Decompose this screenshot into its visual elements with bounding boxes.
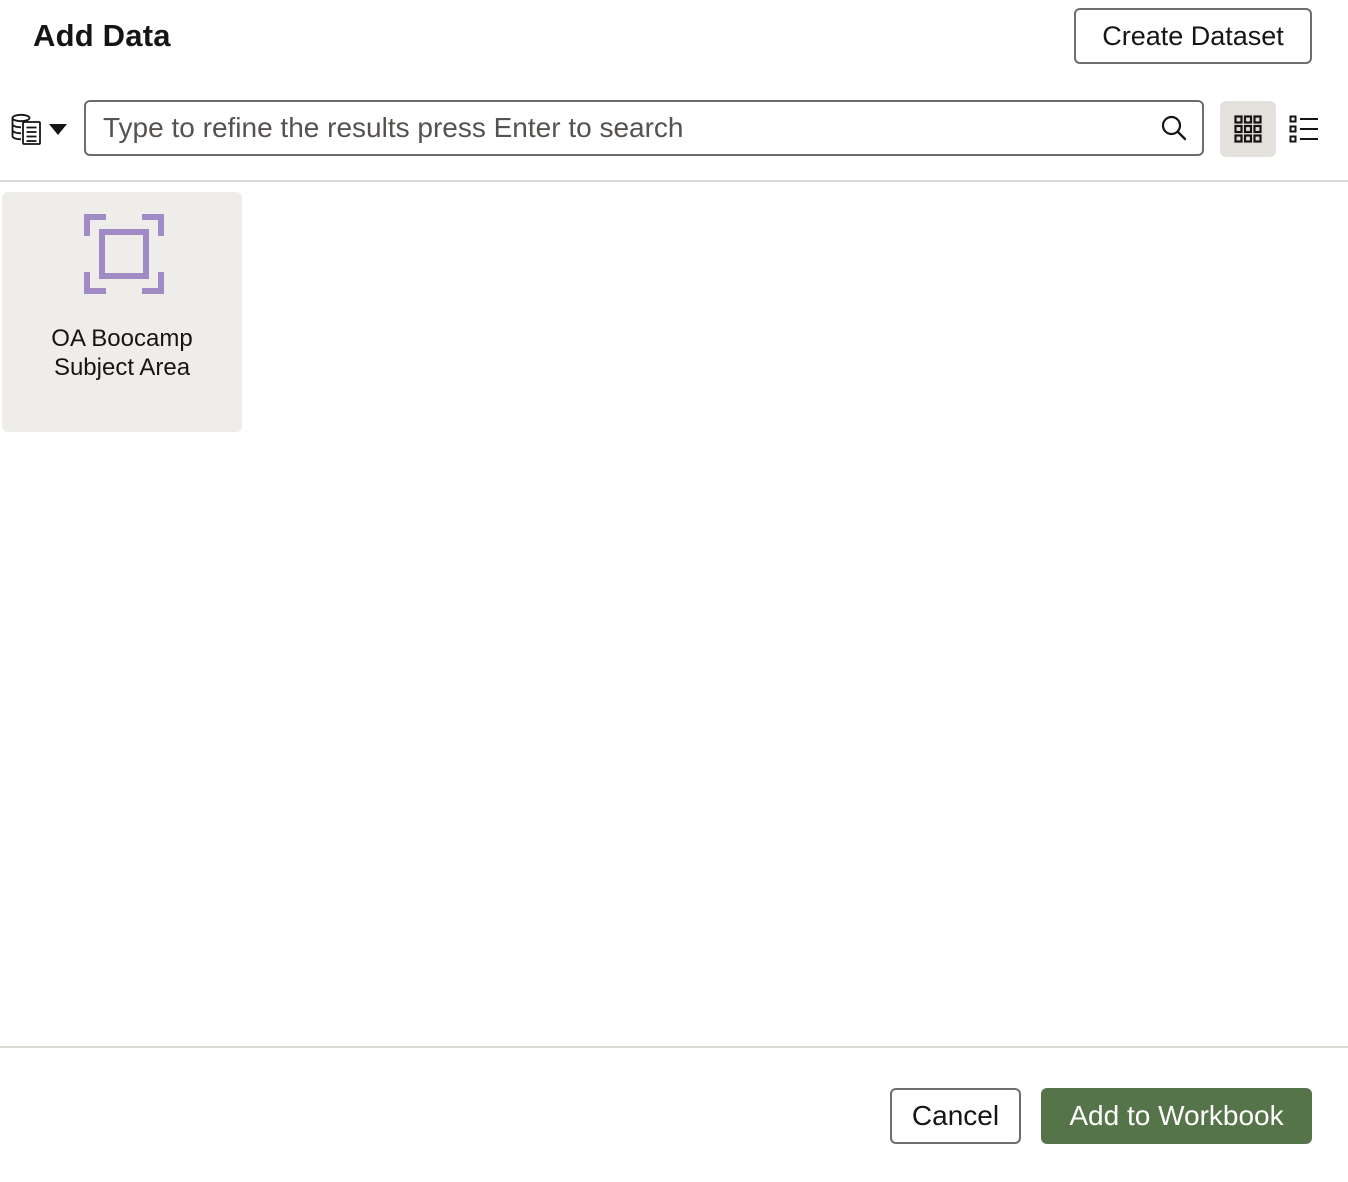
tile-label: OA Boocamp Subject Area <box>51 325 193 381</box>
search-box <box>84 100 1204 156</box>
create-dataset-button[interactable]: Create Dataset <box>1074 8 1312 64</box>
list-view-button[interactable] <box>1276 101 1332 157</box>
search-icon[interactable] <box>1160 114 1188 142</box>
list-icon <box>1289 115 1318 143</box>
add-data-dialog: Add Data Create Dataset Type to refine t… <box>0 0 1348 1182</box>
dialog-title: Add Data <box>33 18 171 53</box>
data-source-dropdown[interactable] <box>8 106 72 150</box>
add-to-workbook-button[interactable]: Add to Workbook <box>1041 1088 1312 1144</box>
toolbar-divider <box>0 180 1348 182</box>
subject-area-tile[interactable]: OA Boocamp Subject Area <box>2 192 242 432</box>
grid-icon <box>1234 115 1262 143</box>
grid-view-button[interactable] <box>1220 101 1276 157</box>
subject-area-icon <box>84 214 164 294</box>
chevron-down-icon <box>49 123 67 135</box>
search-input[interactable] <box>86 102 1146 154</box>
footer-divider <box>0 1046 1348 1048</box>
cancel-button[interactable]: Cancel <box>890 1088 1021 1144</box>
database-catalog-icon <box>11 113 41 145</box>
